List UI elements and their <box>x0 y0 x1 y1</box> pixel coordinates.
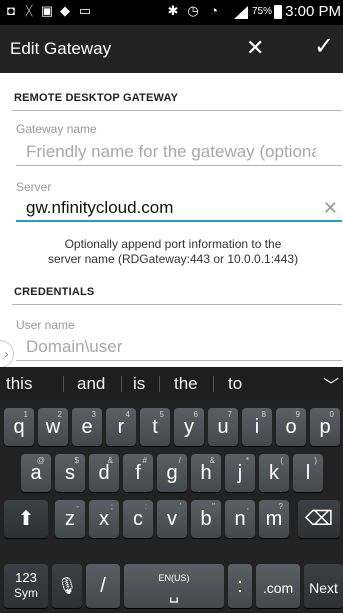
key-h[interactable]: & h <box>191 454 221 492</box>
gateway-name-label: Gateway name <box>16 122 97 136</box>
section-divider <box>12 304 342 305</box>
space-icon: ␣ <box>168 586 180 603</box>
side-panel-handle[interactable]: › <box>0 340 14 368</box>
clear-icon[interactable]: ✕ <box>323 198 338 219</box>
key-colon[interactable]: : <box>228 564 252 608</box>
suggestion-item[interactable]: is <box>133 374 145 394</box>
keyboard: 1q 2w 3e 4r 5t 6y 7u 8i 9o 0p @ a $ s & d #… <box>0 400 343 613</box>
check-icon[interactable]: ✓ <box>314 34 334 60</box>
clock: 3:00 PM <box>285 3 341 20</box>
key-m[interactable]: ? m <box>259 500 289 538</box>
server-hint-line-2: server name (RDGateway:443 or 10.0.0.1:4… <box>47 252 299 266</box>
backspace-key[interactable]: ⌫ <box>298 500 340 538</box>
key-y[interactable]: 6y <box>174 408 204 446</box>
expand-suggestions-icon[interactable]: ﹀ <box>323 372 339 396</box>
key-s[interactable]: $ s <box>55 454 85 492</box>
key-g[interactable]: / g <box>157 454 187 492</box>
status-bar: ◘ ᚷ ▣ ◆ ▭ ✱ ◷ ◔ 75% 3:00 PM <box>0 0 343 25</box>
suggestion-item[interactable]: and <box>77 374 105 394</box>
key-q[interactable]: 1q <box>4 408 34 446</box>
key-r[interactable]: 4r <box>106 408 136 446</box>
page-title: Edit Gateway <box>10 39 112 58</box>
user-name-input[interactable] <box>16 335 316 359</box>
signal-icon <box>234 6 248 19</box>
key-e[interactable]: 3e <box>72 408 102 446</box>
server-hint-line-1: Optionally append port information to th… <box>64 237 282 251</box>
suggestion-divider <box>159 376 160 392</box>
missed-call-icon: ᚷ <box>25 3 33 18</box>
space-key[interactable]: EN(US) ␣ <box>124 564 224 608</box>
gateway-name-field <box>16 140 342 166</box>
shift-key[interactable]: ⬆ <box>4 500 48 538</box>
key-j[interactable]: * j <box>225 454 255 492</box>
shift-icon: ⬆ <box>17 508 35 530</box>
suggestion-item[interactable]: to <box>228 374 242 394</box>
notification-icon: ◘ <box>7 3 15 18</box>
gallery-icon: ▣ <box>40 3 54 18</box>
suggestion-item[interactable]: the <box>174 374 198 394</box>
key-i[interactable]: 8i <box>242 408 272 446</box>
gateway-name-input[interactable] <box>16 140 316 164</box>
action-bar: Edit Gateway ✕ ✓ <box>0 25 343 73</box>
suggestion-divider <box>63 376 64 392</box>
app-icon: ◆ <box>60 3 70 18</box>
alarm-icon: ◷ <box>187 3 199 18</box>
voicemail-icon: ▭ <box>78 3 92 18</box>
backspace-icon: ⌫ <box>304 508 334 530</box>
user-name-label: User name <box>16 318 75 332</box>
key-p[interactable]: 0p <box>310 408 340 446</box>
key-d[interactable]: & d <box>89 454 119 492</box>
key-z[interactable]: -z <box>55 500 85 538</box>
key-a[interactable]: @ a <box>21 454 51 492</box>
bluetooth-icon: ✱ <box>167 3 179 18</box>
key-u[interactable]: 7u <box>208 408 238 446</box>
key-v[interactable]: ' v <box>157 500 187 538</box>
microphone-icon: 🎙 <box>56 578 78 595</box>
suggestion-divider <box>121 376 122 392</box>
key-f[interactable]: # f <box>123 454 153 492</box>
key-k[interactable]: (k <box>259 454 289 492</box>
key-x[interactable]: ; x <box>89 500 119 538</box>
server-label: Server <box>16 180 52 194</box>
suggestion-divider <box>213 376 214 392</box>
user-name-field <box>16 335 342 361</box>
section-divider <box>12 110 342 111</box>
suggestion-bar: this and is the to ﹀ <box>0 367 343 400</box>
key-slash[interactable]: / <box>86 564 120 608</box>
key-t[interactable]: 5t <box>140 408 170 446</box>
key-n[interactable]: ,n <box>225 500 255 538</box>
server-input[interactable] <box>16 196 316 220</box>
battery-percent: 75% <box>252 6 273 17</box>
key-o[interactable]: 9o <box>276 408 306 446</box>
battery-icon <box>274 5 282 19</box>
next-key[interactable]: Next <box>304 564 343 608</box>
key-l[interactable]: ) l <box>293 454 323 492</box>
server-field: ✕ <box>16 196 342 222</box>
key-b[interactable]: " b <box>191 500 221 538</box>
dotcom-key[interactable]: .com <box>256 564 300 608</box>
symbols-key[interactable]: 123 Sym <box>4 564 48 608</box>
key-w[interactable]: 2w <box>38 408 68 446</box>
wifi-icon: ◔ <box>210 3 218 18</box>
suggestion-item[interactable]: this <box>6 374 32 394</box>
section-title-gateway: REMOTE DESKTOP GATEWAY <box>14 92 179 104</box>
close-icon[interactable]: ✕ <box>246 36 264 60</box>
section-title-credentials: CREDENTIALS <box>14 286 95 298</box>
voice-input-key[interactable]: 🎙 <box>52 564 82 608</box>
key-c[interactable]: :c <box>123 500 153 538</box>
